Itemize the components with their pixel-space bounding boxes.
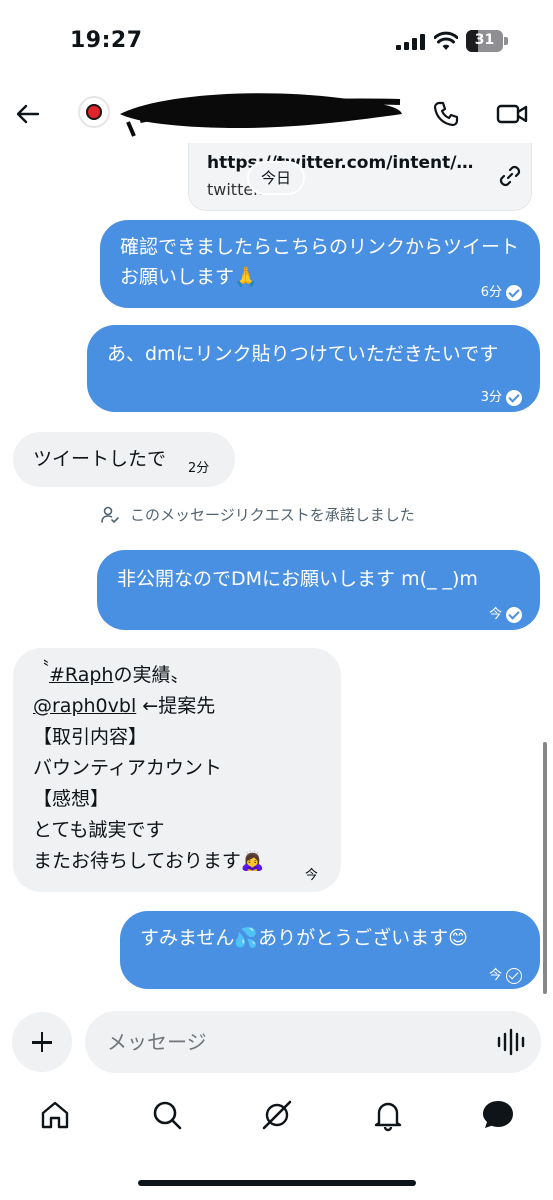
plus-button[interactable]	[12, 1012, 72, 1072]
wifi-icon	[434, 31, 458, 50]
hashtag-link[interactable]: #Raph	[49, 664, 113, 686]
sent-check-icon	[506, 968, 522, 984]
home-icon[interactable]	[38, 1098, 72, 1132]
grok-icon[interactable]	[260, 1098, 294, 1132]
message-line: とても誠実です	[33, 819, 165, 841]
message-text: 非公開なのでDMにお願いします m(_ _)m	[117, 568, 478, 590]
message-line: 〝#Raphの実績〟	[33, 658, 190, 686]
read-check-icon	[506, 285, 522, 301]
message-input[interactable]	[85, 1011, 541, 1073]
system-note: このメッセージリクエストを承諾しました	[100, 504, 415, 525]
person-check-icon	[101, 506, 119, 523]
message-meta: 3分	[481, 383, 522, 413]
message-text: 確認できましたらこちらのリンクからツイートお願いします🙏	[120, 236, 520, 288]
link-icon[interactable]	[497, 163, 523, 189]
message-meta: 6分	[481, 278, 522, 308]
status-bar: 19:27 31	[0, 0, 553, 80]
status-time: 19:27	[70, 28, 143, 53]
message-text: ツイートしたで	[33, 448, 167, 470]
message-time: 6分	[480, 285, 502, 300]
cellular-signal-icon	[396, 34, 425, 50]
message-time: 3分	[480, 390, 502, 405]
message-bubble-outgoing[interactable]: 確認できましたらこちらのリンクからツイートお願いします🙏 6分	[100, 220, 540, 308]
message-bubble-incoming[interactable]: ツイートしたで 2分	[13, 432, 235, 487]
message-time: 今	[488, 968, 502, 983]
message-time: 今	[305, 868, 319, 883]
read-check-icon	[506, 607, 522, 623]
phone-icon[interactable]	[432, 100, 460, 128]
redaction-scribble	[120, 93, 402, 137]
message-line: バウンティアカウント	[33, 757, 222, 779]
message-meta: 今	[489, 600, 522, 630]
bell-icon[interactable]	[371, 1098, 405, 1132]
video-camera-icon[interactable]	[496, 100, 528, 128]
message-bubble-outgoing[interactable]: すみません💦ありがとうございます😊 今	[120, 911, 540, 989]
messages-icon[interactable]	[481, 1098, 515, 1132]
date-separator: 今日	[249, 163, 304, 193]
scrollbar[interactable]	[543, 742, 547, 994]
message-bubble-incoming[interactable]: 〝#Raphの実績〟 @raph0vbl ←提案先 【取引内容】 バウンティアカ…	[13, 648, 341, 892]
mention-link[interactable]: @raph0vbl	[33, 695, 136, 717]
read-check-icon	[506, 390, 522, 406]
message-time: 今	[488, 607, 502, 622]
message-bubble-outgoing[interactable]: 非公開なのでDMにお願いします m(_ _)m 今	[97, 550, 540, 630]
system-note-text: このメッセージリクエストを承諾しました	[130, 506, 415, 524]
link-preview-card[interactable]: https://twitter.com/intent/tw... twitter…	[188, 143, 532, 211]
home-indicator	[138, 1180, 416, 1186]
conversation-header	[0, 80, 553, 150]
message-text: 〝#Raphの実績〟 @raph0vbl ←提案先 【取引内容】 バウンティアカ…	[33, 658, 323, 877]
message-text: すみません💦ありがとうございます😊	[140, 927, 468, 949]
message-line: 【感想】	[33, 788, 110, 810]
message-line: @raph0vbl ←提案先	[33, 695, 216, 717]
tab-bar	[0, 1090, 553, 1150]
message-time: 2分	[188, 461, 210, 476]
arrow-left-icon[interactable]	[14, 100, 42, 128]
voice-waveform-icon[interactable]	[496, 1028, 526, 1056]
message-line: またお待ちしております🙇‍♀️	[33, 850, 265, 872]
message-text: あ、dmにリンク貼りつけていただきたいです	[107, 343, 499, 365]
battery-level: 31	[474, 32, 495, 48]
message-composer	[0, 1010, 553, 1074]
battery-nub	[504, 37, 508, 45]
message-line: 【取引内容】	[33, 726, 148, 748]
link-preview-url: https://twitter.com/intent/tw...	[207, 153, 479, 173]
message-meta: 今	[489, 961, 522, 991]
search-icon[interactable]	[150, 1098, 184, 1132]
battery-indicator: 31	[466, 30, 508, 52]
message-bubble-outgoing[interactable]: あ、dmにリンク貼りつけていただきたいです 3分	[87, 325, 540, 412]
